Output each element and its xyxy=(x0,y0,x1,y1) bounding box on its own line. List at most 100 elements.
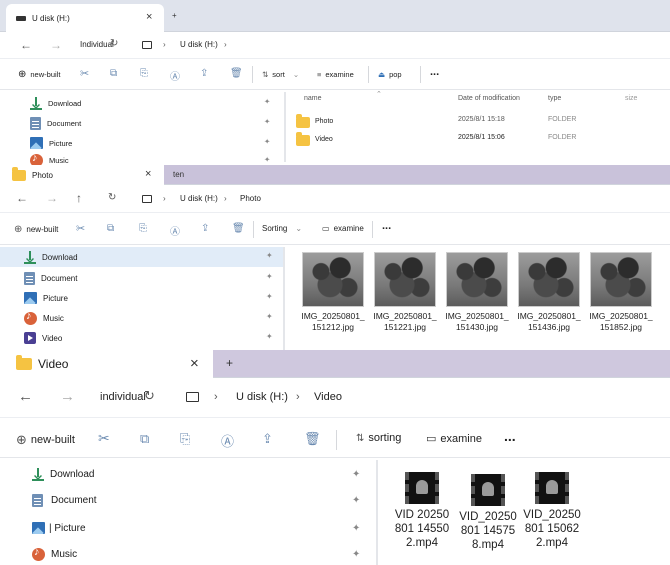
close-tab-button[interactable]: × xyxy=(190,355,199,372)
pin-icon[interactable]: ✦ xyxy=(264,97,270,106)
sidebar-item-picture[interactable]: | Picture ✦ xyxy=(0,518,370,538)
photo-item[interactable]: IMG_20250801_ 151212.jpg xyxy=(300,252,366,333)
refresh-icon[interactable]: ↻ xyxy=(144,388,155,404)
delete-icon[interactable]: 🗑 xyxy=(232,223,245,234)
close-tab-button[interactable]: × xyxy=(146,11,152,23)
pane-splitter[interactable] xyxy=(283,247,285,350)
photo-item[interactable]: IMG_20250801_ 151430.jpg xyxy=(444,252,510,333)
pane-splitter[interactable] xyxy=(284,92,286,162)
breadcrumb-udisk[interactable]: U disk (H:) xyxy=(180,40,218,49)
video-item[interactable]: VID 20250 801 14550 2.mp4 xyxy=(391,472,453,550)
sidebar-item-music[interactable]: Music ✦ xyxy=(0,544,370,564)
pin-icon[interactable]: ✦ xyxy=(266,251,273,260)
column-header-name[interactable]: name xyxy=(304,95,322,102)
sidebar-item-picture[interactable]: Picture ✦ xyxy=(0,288,283,308)
pin-icon[interactable]: ✦ xyxy=(266,292,273,301)
new-button[interactable]: ⊕ new-built xyxy=(16,432,75,448)
monitor-icon[interactable] xyxy=(142,41,152,49)
back-arrow-icon[interactable]: ← xyxy=(16,191,28,205)
eject-button[interactable]: ⏏ pop xyxy=(378,70,402,79)
new-tab-button[interactable]: + xyxy=(172,11,177,20)
breadcrumb-video[interactable]: Video xyxy=(314,391,342,403)
tab-video[interactable]: Video × xyxy=(0,350,213,378)
pane-splitter[interactable] xyxy=(376,460,378,565)
pin-icon[interactable]: ✦ xyxy=(352,495,360,506)
back-arrow-icon[interactable]: ← xyxy=(20,38,32,52)
tab-ten[interactable]: ten xyxy=(173,170,184,179)
copy-icon[interactable]: ⧉ xyxy=(140,431,149,447)
sidebar-item-video[interactable]: Video ✦ xyxy=(0,328,283,348)
new-button[interactable]: ⊕ new-built xyxy=(18,69,60,80)
refresh-icon[interactable]: ↻ xyxy=(108,192,116,203)
new-button[interactable]: ⊕ new-built xyxy=(14,224,58,235)
copy-icon[interactable]: ⧉ xyxy=(110,68,117,79)
video-item[interactable]: VID_20250 801 15062 2.mp4 xyxy=(521,472,583,550)
sidebar-item-download[interactable]: Download ✦ xyxy=(0,247,283,267)
pin-icon[interactable]: ✦ xyxy=(264,155,270,164)
more-options-button[interactable]: ... xyxy=(504,428,516,444)
back-arrow-icon[interactable]: ← xyxy=(18,388,33,405)
pin-icon[interactable]: ✦ xyxy=(352,469,360,480)
forward-arrow-icon[interactable]: → xyxy=(60,388,75,405)
rename-icon[interactable]: Ⓐ xyxy=(221,431,234,450)
pin-icon[interactable]: ✦ xyxy=(352,523,360,534)
monitor-icon[interactable] xyxy=(186,392,199,402)
pin-icon[interactable]: ✦ xyxy=(352,549,360,560)
sidebar-item-document[interactable]: Document ✦ xyxy=(0,268,283,288)
delete-icon[interactable]: 🗑 xyxy=(304,431,321,447)
sort-button[interactable]: ⇅ sorting xyxy=(356,432,401,444)
breadcrumb-individual[interactable]: Individual xyxy=(80,40,114,49)
pin-icon[interactable]: ✦ xyxy=(264,117,270,126)
file-row-photo[interactable]: Photo 2025/8/1 15:18 FOLDER xyxy=(296,113,666,128)
sidebar-item-music[interactable]: Music ✦ xyxy=(0,152,285,165)
sidebar-item-document[interactable]: Document ✦ xyxy=(0,114,285,132)
sort-button[interactable]: Sorting ⌄ xyxy=(262,224,302,233)
view-button[interactable]: ▭ examine xyxy=(426,432,482,446)
close-tab-button[interactable]: × xyxy=(145,168,151,180)
breadcrumb-photo[interactable]: Photo xyxy=(240,194,261,203)
breadcrumb-individual[interactable]: individual xyxy=(100,391,146,403)
video-item[interactable]: VID_20250 801 14575 8.mp4 xyxy=(457,474,519,552)
tab-photo[interactable]: Photo × xyxy=(0,165,164,185)
file-row-video[interactable]: Video 2025/8/1 15:06 FOLDER xyxy=(296,131,666,146)
paste-icon[interactable]: ⎘ xyxy=(139,223,147,234)
photo-item[interactable]: IMG_20250801_ 151221.jpg xyxy=(372,252,438,333)
breadcrumb-udisk[interactable]: U disk (H:) xyxy=(236,391,288,403)
column-header-date[interactable]: Date of modification xyxy=(458,95,520,102)
sidebar-item-download[interactable]: Download ✦ xyxy=(0,464,370,484)
breadcrumb-udisk[interactable]: U disk (H:) xyxy=(180,194,218,203)
forward-arrow-icon[interactable]: → xyxy=(50,38,62,52)
column-header-type[interactable]: type xyxy=(548,95,561,102)
photo-item[interactable]: IMG_20250801_ 151852.jpg xyxy=(588,252,654,333)
sidebar-item-download[interactable]: Download ✦ xyxy=(0,94,285,112)
refresh-icon[interactable]: ↻ xyxy=(110,38,118,49)
view-button[interactable]: ≡ examine xyxy=(317,70,354,79)
share-icon[interactable]: ⇪ xyxy=(201,223,209,234)
pin-icon[interactable]: ✦ xyxy=(266,332,273,341)
sidebar-item-document[interactable]: Document ✦ xyxy=(0,490,370,510)
share-icon[interactable]: ⇪ xyxy=(200,68,208,79)
monitor-icon[interactable] xyxy=(142,195,152,203)
sidebar-item-music[interactable]: Music ✦ xyxy=(0,308,283,328)
more-options-button[interactable]: ... xyxy=(382,220,391,232)
sort-button[interactable]: ⇅ sort ⌄ xyxy=(262,70,299,79)
paste-icon[interactable]: ⎘ xyxy=(180,431,190,447)
more-options-button[interactable]: ... xyxy=(430,66,439,78)
cut-icon[interactable]: ✂ xyxy=(80,67,89,80)
rename-icon[interactable]: Ⓐ xyxy=(170,223,180,238)
forward-arrow-icon[interactable]: → xyxy=(46,191,58,205)
pin-icon[interactable]: ✦ xyxy=(264,137,270,146)
paste-icon[interactable]: ⎘ xyxy=(140,68,148,79)
pin-icon[interactable]: ✦ xyxy=(266,272,273,281)
share-icon[interactable]: ⇪ xyxy=(262,431,273,447)
sidebar-item-picture[interactable]: Picture ✦ xyxy=(0,134,285,152)
view-button[interactable]: ▭ examine xyxy=(322,224,364,233)
cut-icon[interactable]: ✂ xyxy=(76,222,85,235)
pin-icon[interactable]: ✦ xyxy=(266,312,273,321)
up-arrow-icon[interactable]: ↑ xyxy=(76,191,82,205)
tab-udisk[interactable]: U disk (H:) × xyxy=(6,4,164,32)
new-tab-button[interactable]: + xyxy=(226,356,233,370)
photo-item[interactable]: IMG_20250801_ 151436.jpg xyxy=(516,252,582,333)
copy-icon[interactable]: ⧉ xyxy=(107,223,114,234)
column-header-size[interactable]: size xyxy=(625,95,637,102)
